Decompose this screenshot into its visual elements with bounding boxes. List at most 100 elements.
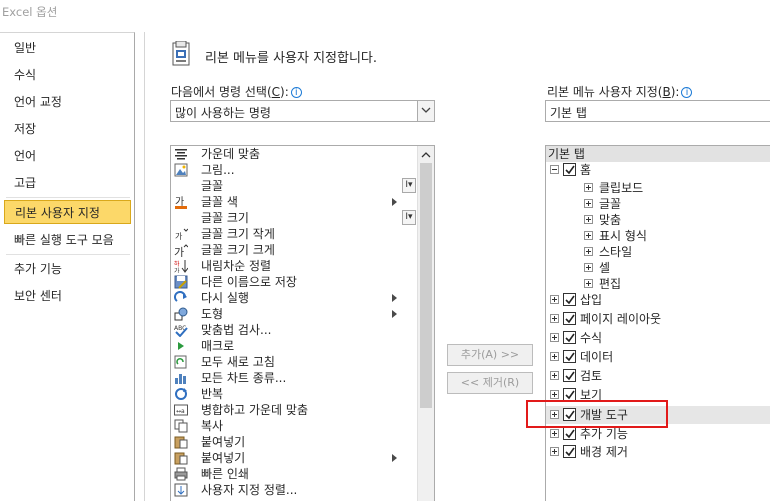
tree-node-formulas[interactable]: 수식: [550, 330, 750, 346]
sidebar-item-save[interactable]: 저장: [4, 117, 131, 141]
sidebar-item-advanced[interactable]: 고급: [4, 171, 131, 195]
list-item[interactable]: 가 글꼴 색: [171, 194, 419, 210]
tree-node-group[interactable]: 클립보드: [584, 180, 744, 196]
checkbox-checked-icon[interactable]: [563, 312, 576, 325]
tree-node-insert[interactable]: 삽입: [550, 292, 750, 308]
expand-icon[interactable]: [584, 215, 593, 224]
sidebar-item-quick-access-toolbar[interactable]: 빠른 실행 도구 모음: [4, 228, 131, 252]
choose-commands-label-tail: ):: [280, 85, 289, 99]
list-item[interactable]: 빠른 인쇄: [171, 466, 419, 482]
tree-node-group[interactable]: 글꼴: [584, 196, 744, 212]
quick-print-icon: [174, 467, 188, 481]
sidebar-item-formulas[interactable]: 수식: [4, 63, 131, 87]
sidebar-item-add-ins[interactable]: 추가 기능: [4, 257, 131, 281]
sidebar-item-trust-center[interactable]: 보안 센터: [4, 284, 131, 308]
expand-icon[interactable]: [584, 183, 593, 192]
list-item[interactable]: 모두 새로 고침: [171, 354, 419, 370]
list-item[interactable]: 매크로: [171, 338, 419, 354]
tree-node-home[interactable]: 홈: [550, 162, 750, 178]
expand-icon[interactable]: [584, 231, 593, 240]
expand-icon[interactable]: [550, 314, 559, 323]
options-sidebar: 일반 수식 언어 교정 저장 언어 고급 리본 사용자 지정 빠른 실행 도구 …: [0, 32, 135, 501]
expand-icon[interactable]: [550, 333, 559, 342]
expand-icon[interactable]: [584, 279, 593, 288]
customize-ribbon-dropdown[interactable]: 기본 탭: [545, 100, 770, 122]
info-icon[interactable]: i: [290, 87, 302, 98]
info-icon[interactable]: i: [681, 87, 693, 98]
list-item[interactable]: ABC 맞춤법 검사...: [171, 322, 419, 338]
list-item[interactable]: 붙여넣기: [171, 434, 419, 450]
remove-button[interactable]: << 제거(R): [447, 372, 533, 394]
sidebar-divider: [6, 197, 130, 198]
scroll-up-icon[interactable]: [418, 146, 434, 163]
commands-list[interactable]: 가운데 맞춤 그림... 글꼴 I▾ 가 글꼴 색 글꼴 크기 I▾ 가 글꼴 …: [170, 145, 435, 501]
expand-icon[interactable]: [550, 447, 559, 456]
ribbon-tabs-tree[interactable]: 기본 탭 홈 클립보드 글꼴 맞춤 표시 형식 스타일 셀 편집 삽입 페이지 …: [545, 145, 770, 501]
refresh-all-icon: [174, 355, 187, 369]
expand-icon[interactable]: [550, 429, 559, 438]
checkbox-checked-icon[interactable]: [563, 427, 576, 440]
sidebar-item-proofing[interactable]: 언어 교정: [4, 90, 131, 114]
list-item[interactable]: 글꼴 크기 I▾: [171, 210, 419, 226]
list-item[interactable]: 붙여넣기: [171, 450, 419, 466]
list-item[interactable]: 사용자 지정 정렬...: [171, 482, 419, 498]
scrollbar-thumb[interactable]: [420, 163, 432, 408]
tree-node-background-removal[interactable]: 배경 제거: [550, 444, 750, 460]
chevron-down-icon[interactable]: [417, 101, 434, 121]
font-box-icon[interactable]: I▾: [402, 178, 416, 193]
shapes-icon: [174, 307, 188, 321]
checkbox-checked-icon[interactable]: [563, 293, 576, 306]
list-item[interactable]: 모든 차트 종류...: [171, 370, 419, 386]
collapse-icon[interactable]: [550, 165, 559, 174]
checkbox-checked-icon[interactable]: [563, 350, 576, 363]
tree-node-group[interactable]: 스타일: [584, 244, 744, 260]
tree-node-data[interactable]: 데이터: [550, 349, 750, 365]
list-item[interactable]: 가운데 맞춤: [171, 146, 419, 162]
list-item[interactable]: 다시 실행: [171, 290, 419, 306]
checkbox-checked-icon[interactable]: [563, 163, 576, 176]
expand-icon[interactable]: [584, 199, 593, 208]
sidebar-item-general[interactable]: 일반: [4, 36, 131, 60]
expand-icon[interactable]: [550, 295, 559, 304]
tree-node-group[interactable]: 표시 형식: [584, 228, 744, 244]
checkbox-checked-icon[interactable]: [563, 369, 576, 382]
svg-text:가: 가: [174, 267, 180, 273]
list-item[interactable]: 글꼴 I▾: [171, 178, 419, 194]
list-item[interactable]: 반복: [171, 386, 419, 402]
list-item[interactable]: 그림...: [171, 162, 419, 178]
list-item-label: 붙여넣기: [201, 451, 246, 465]
expand-icon[interactable]: [584, 247, 593, 256]
list-item[interactable]: 도형: [171, 306, 419, 322]
list-item[interactable]: 다른 이름으로 저장: [171, 274, 419, 290]
tree-node-page-layout[interactable]: 페이지 레이아웃: [550, 311, 750, 327]
expand-icon[interactable]: [550, 390, 559, 399]
tree-node-group[interactable]: 편집: [584, 276, 744, 292]
font-box-icon[interactable]: I▾: [402, 210, 416, 225]
tree-node-review[interactable]: 검토: [550, 368, 750, 384]
choose-commands-dropdown[interactable]: 많이 사용하는 명령: [170, 100, 435, 122]
expand-icon[interactable]: [550, 352, 559, 361]
tree-node-group[interactable]: 셀: [584, 260, 744, 276]
list-item[interactable]: ↔a 병합하고 가운데 맞춤: [171, 402, 419, 418]
paste-icon: [174, 436, 188, 449]
svg-text:가: 가: [175, 232, 183, 241]
list-item-label: 글꼴 크기 크게: [201, 243, 275, 257]
tree-node-add-ins[interactable]: 추가 기능: [550, 426, 750, 442]
copy-icon: [174, 419, 188, 433]
list-item[interactable]: 가 글꼴 크기 작게: [171, 226, 419, 242]
tree-node-group[interactable]: 맞춤: [584, 212, 744, 228]
expand-icon[interactable]: [584, 263, 593, 272]
commands-scrollbar[interactable]: [417, 146, 434, 501]
list-item[interactable]: 복사: [171, 418, 419, 434]
list-item[interactable]: 가 글꼴 크기 크게: [171, 242, 419, 258]
svg-text:↔a: ↔a: [176, 408, 185, 415]
sidebar-item-language[interactable]: 언어: [4, 144, 131, 168]
expand-icon[interactable]: [550, 371, 559, 380]
add-button[interactable]: 추가(A) >>: [447, 344, 533, 366]
checkbox-checked-icon[interactable]: [563, 445, 576, 458]
title-bar: Excel 옵션: [0, 0, 770, 30]
list-item[interactable]: 하가 내림차순 정렬: [171, 258, 419, 274]
choose-commands-label-text: 다음에서 명령 선택(: [171, 85, 272, 99]
checkbox-checked-icon[interactable]: [563, 331, 576, 344]
sidebar-item-customize-ribbon[interactable]: 리본 사용자 지정: [4, 200, 131, 224]
